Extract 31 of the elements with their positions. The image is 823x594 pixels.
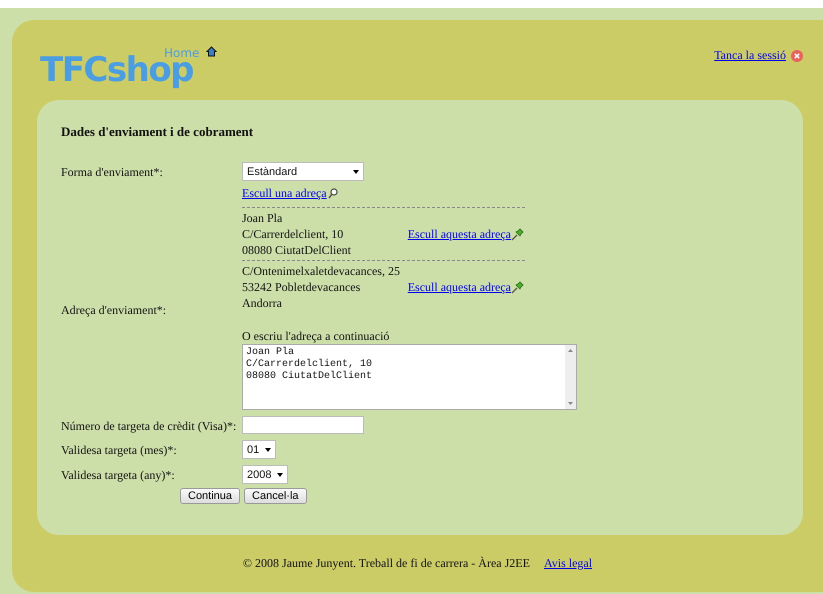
- search-icon: [328, 188, 338, 199]
- choose-this-address-link[interactable]: Escull aquesta adreça: [408, 280, 511, 294]
- close-icon[interactable]: [791, 50, 803, 62]
- address-line: 08080 CiutatDelClient: [242, 242, 351, 258]
- logout-link[interactable]: Tanca la sessió: [714, 48, 786, 63]
- year-select[interactable]: 2008: [242, 465, 288, 484]
- form-button[interactable]: Cancel·la: [244, 488, 307, 504]
- field-label: Adreça d'enviament*:: [61, 302, 168, 318]
- pushpin-icon: [511, 280, 525, 294]
- address-line: C/Carrerdelclient, 10: [242, 226, 344, 242]
- address-line: C/Ontenimelxaletdevacances, 25: [242, 263, 400, 279]
- form-title: Dades d'enviament i de cobrament: [61, 124, 254, 140]
- address-textarea[interactable]: Joan Pla C/Carrerdelclient, 10 08080 CiutatDelClient: [242, 344, 577, 410]
- copyright-text: © 2008 Jaume Junyent. Treball de fi de carrera - Àrea J2EE: [242, 556, 530, 571]
- legal-notice-link[interactable]: Avis legal: [544, 556, 592, 571]
- form-button[interactable]: Continua: [180, 488, 240, 504]
- address-line: Joan Pla: [242, 210, 284, 226]
- scrollbar[interactable]: [565, 345, 576, 409]
- choose-address-link[interactable]: Escull una adreça: [242, 186, 327, 201]
- field-label: Número de targeta de crèdit (Visa)*:: [61, 418, 238, 434]
- shipping-method-select[interactable]: Estàndard: [242, 162, 364, 181]
- month-select[interactable]: 01: [242, 440, 276, 459]
- pushpin-icon: [511, 227, 525, 241]
- choose-this-address-link[interactable]: Escull aquesta adreça: [408, 226, 511, 242]
- field-label: Validesa targeta (any)*:: [61, 467, 176, 483]
- write-address-label: O escriu l'adreça a continuació: [242, 329, 390, 344]
- field-label: Forma d'enviament*:: [61, 164, 164, 180]
- address-line: 53242 Pobletdevacances: [242, 279, 362, 295]
- address-line: Andorra: [242, 295, 283, 311]
- field-label: Validesa targeta (mes)*:: [61, 442, 178, 458]
- card-number-field[interactable]: [242, 416, 364, 434]
